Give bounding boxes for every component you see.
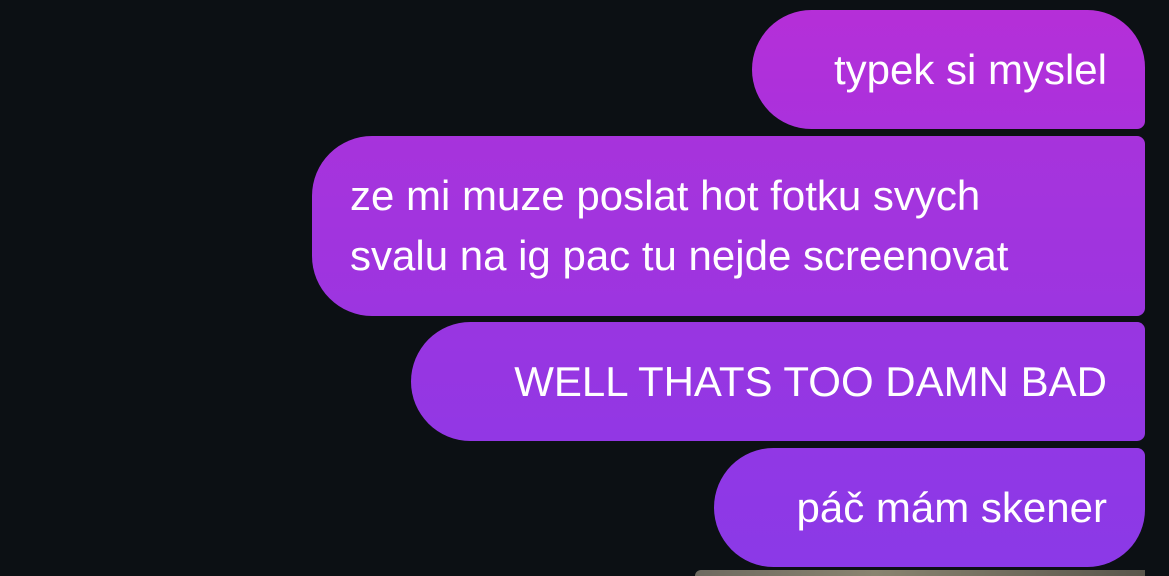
message-text: páč mám skener: [796, 483, 1107, 531]
message-bubble[interactable]: ze mi muze poslat hot fotku svych svalu …: [312, 136, 1145, 316]
message-bubble[interactable]: WELL THATS TOO DAMN BAD: [411, 322, 1145, 441]
message-bubble[interactable]: páč mám skener: [714, 448, 1145, 567]
message-text: WELL THATS TOO DAMN BAD: [514, 357, 1107, 405]
message-text-line: ze mi muze poslat hot fotku svych: [350, 172, 981, 219]
image-attachment-peek[interactable]: [695, 570, 1145, 576]
message-text-line: svalu na ig pac tu nejde screenovat: [350, 232, 1009, 279]
chat-thread: typek si myslel ze mi muze poslat hot fo…: [0, 0, 1169, 576]
message-bubble[interactable]: typek si myslel: [752, 10, 1145, 129]
message-text: typek si myslel: [833, 45, 1107, 93]
